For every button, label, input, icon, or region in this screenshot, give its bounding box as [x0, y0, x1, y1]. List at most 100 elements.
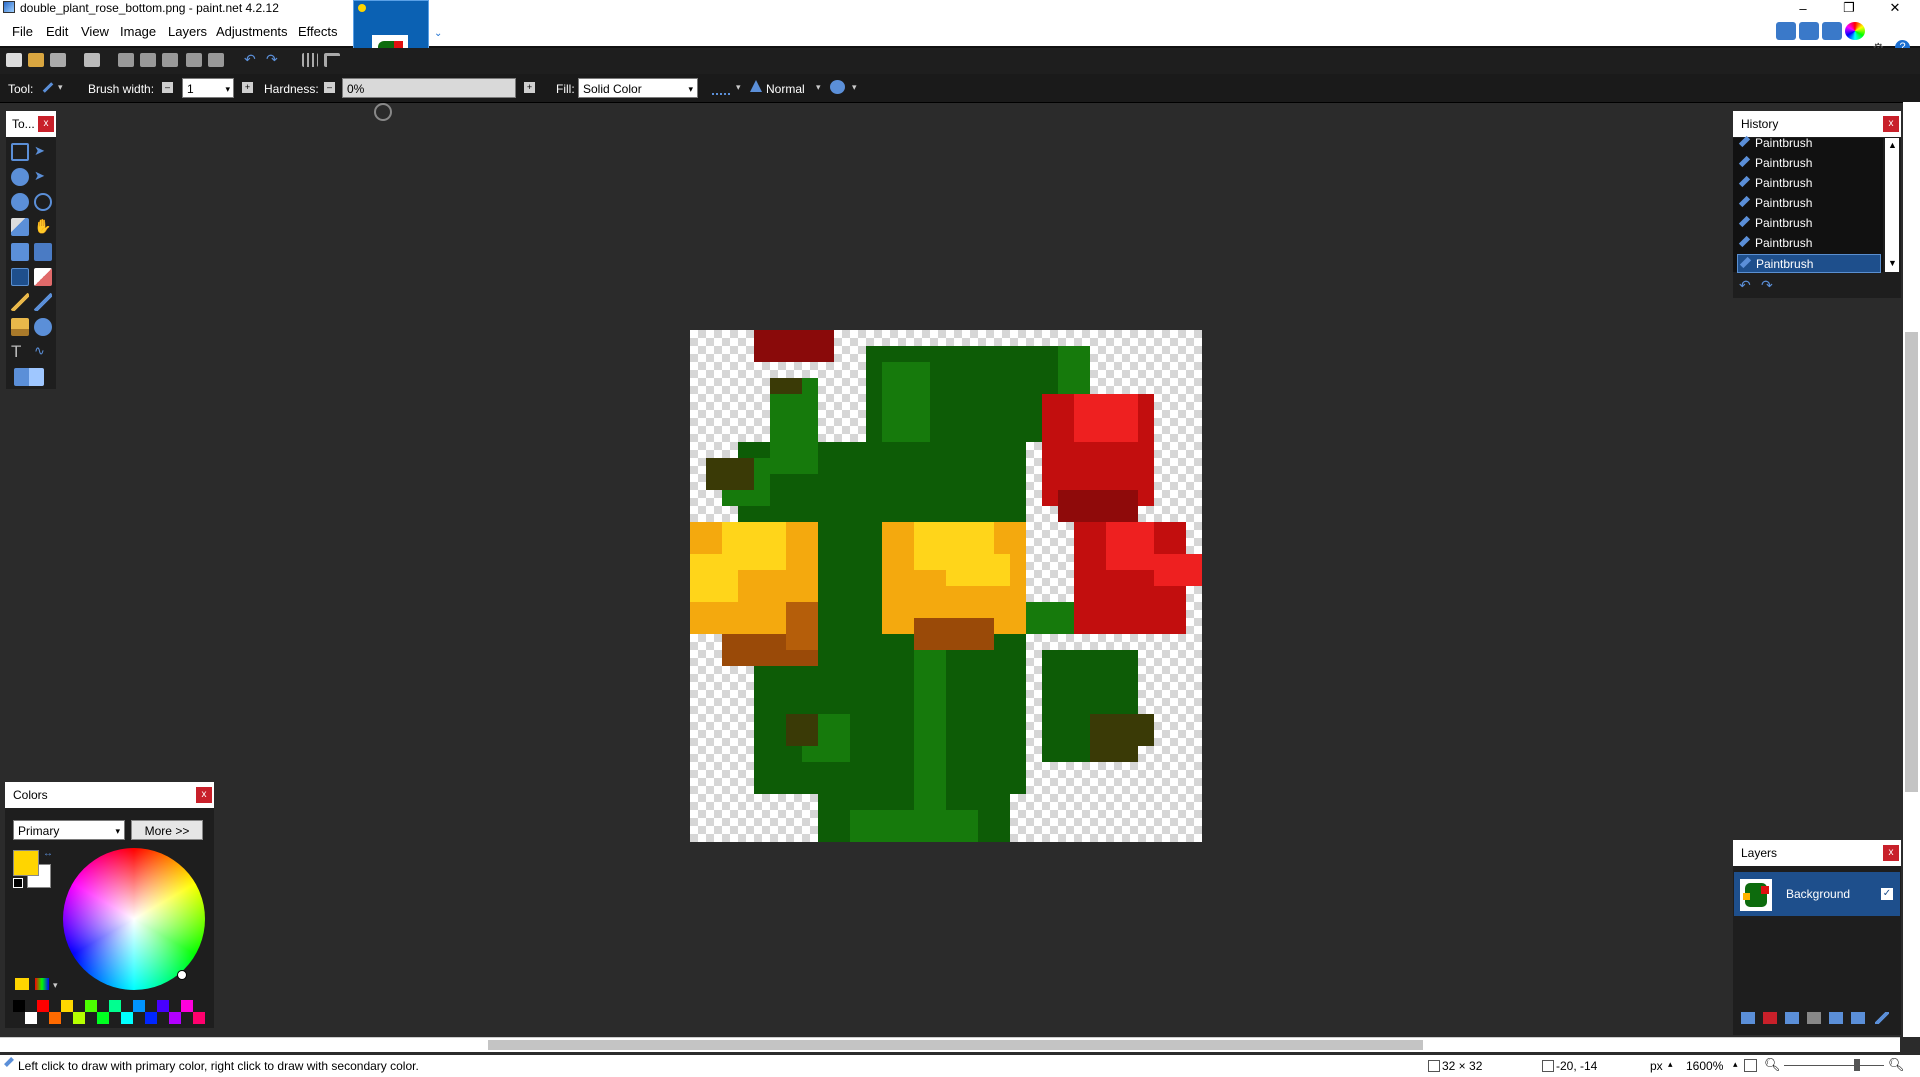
history-undo-icon[interactable]: ↶	[1739, 277, 1751, 294]
duplicate-layer-icon[interactable]	[1785, 1012, 1799, 1024]
zoom-in-icon[interactable]: 🔍︎	[1888, 1057, 1905, 1073]
swap-colors-icon[interactable]: ↔	[43, 848, 53, 859]
palette-swatch[interactable]	[145, 1012, 157, 1024]
more-colors-button[interactable]: More >>	[131, 820, 203, 840]
palette-swatch[interactable]	[181, 1000, 193, 1012]
move-selected-icon[interactable]: ➤	[34, 143, 52, 161]
history-item[interactable]: Paintbrush	[1737, 134, 1881, 153]
close-window-button[interactable]: ✕	[1872, 0, 1918, 16]
history-item[interactable]: Paintbrush	[1737, 214, 1881, 233]
redo-icon[interactable]: ↷	[266, 51, 282, 67]
palette-swatch[interactable]	[133, 1000, 145, 1012]
units-chevron-icon[interactable]: ▴	[1668, 1059, 1673, 1070]
tools-panel-close-button[interactable]: x	[38, 116, 54, 132]
hardness-increase-icon[interactable]: +	[524, 82, 535, 93]
zoom-out-icon[interactable]: 🔍︎	[1764, 1057, 1781, 1073]
pan-icon[interactable]: ✋	[34, 218, 52, 236]
fill-select[interactable]: Solid Color ▾	[578, 78, 698, 98]
line-curve-icon[interactable]: ∿	[34, 343, 52, 361]
menu-adjustments[interactable]: Adjustments	[216, 24, 288, 39]
palette-swatch[interactable]	[121, 1012, 133, 1024]
cut-icon[interactable]	[118, 53, 134, 67]
copy-icon[interactable]	[140, 53, 156, 67]
history-redo-icon[interactable]: ↷	[1761, 277, 1773, 294]
history-panel-close-button[interactable]: x	[1883, 116, 1899, 132]
zoom-icon[interactable]	[34, 193, 52, 211]
undo-icon[interactable]: ↶	[244, 51, 260, 67]
ruler-icon[interactable]	[324, 53, 340, 67]
layers-panel-close-button[interactable]: x	[1883, 845, 1899, 861]
alpha-blending-icon[interactable]	[830, 80, 845, 94]
zoom-slider[interactable]	[1784, 1065, 1884, 1066]
pencil-icon[interactable]	[11, 293, 29, 311]
palette-swatch[interactable]	[97, 1012, 109, 1024]
hardness-decrease-icon[interactable]: –	[324, 82, 335, 93]
menu-effects[interactable]: Effects	[298, 24, 338, 39]
move-layer-up-icon[interactable]	[1829, 1012, 1843, 1024]
delete-layer-icon[interactable]	[1763, 1012, 1777, 1024]
move-layer-down-icon[interactable]	[1851, 1012, 1865, 1024]
paintbrush-icon[interactable]	[40, 80, 54, 94]
menu-layers[interactable]: Layers	[168, 24, 207, 39]
layer-visibility-checkbox[interactable]: ✓	[1881, 888, 1893, 900]
ellipse-select-icon[interactable]	[11, 193, 29, 211]
recolor-icon[interactable]	[34, 318, 52, 336]
zoom-level[interactable]: 1600%	[1686, 1059, 1723, 1073]
grid-icon[interactable]	[302, 53, 318, 67]
history-item[interactable]: Paintbrush	[1737, 234, 1881, 253]
brush-width-field[interactable]: 1 ▾	[182, 78, 234, 98]
tab-dropdown-icon[interactable]: ⌄	[434, 28, 442, 39]
zoom-slider-thumb[interactable]	[1854, 1059, 1860, 1071]
zoom-chevron-icon[interactable]: ▴	[1733, 1059, 1738, 1070]
horizontal-scrollbar[interactable]	[0, 1037, 1900, 1052]
units-select[interactable]: px	[1650, 1059, 1663, 1073]
palette-swatch[interactable]	[73, 1012, 85, 1024]
rectangle-select-icon[interactable]	[11, 143, 29, 161]
history-scrollbar[interactable]: ▲ ▼	[1885, 138, 1899, 272]
color-wheel-handle[interactable]	[177, 970, 187, 980]
antialiasing-icon[interactable]	[712, 81, 730, 95]
vertical-scrollbar[interactable]	[1903, 102, 1920, 1037]
save-icon[interactable]	[50, 53, 66, 67]
menu-edit[interactable]: Edit	[46, 24, 68, 39]
add-palette-color-icon[interactable]	[15, 978, 29, 990]
blend-mode-value[interactable]: Normal	[766, 82, 805, 96]
move-selection-icon[interactable]: ➤	[34, 168, 52, 186]
color-picker-icon[interactable]	[34, 293, 52, 311]
history-item[interactable]: Paintbrush	[1737, 174, 1881, 193]
menu-view[interactable]: View	[81, 24, 109, 39]
tools-toggle-icon[interactable]	[1776, 22, 1796, 40]
palette-menu-icon[interactable]	[35, 978, 49, 990]
palette-swatch[interactable]	[157, 1000, 169, 1012]
color-mode-select[interactable]: Primary ▾	[13, 820, 125, 840]
paint-bucket-icon[interactable]	[11, 243, 29, 261]
chevron-down-icon[interactable]: ▾	[58, 82, 63, 93]
eraser-icon[interactable]	[34, 268, 52, 286]
palette-swatch[interactable]	[193, 1012, 205, 1024]
open-file-icon[interactable]	[28, 53, 44, 67]
color-wheel[interactable]	[63, 848, 205, 990]
palette-swatch[interactable]	[49, 1012, 61, 1024]
brush-width-decrease-icon[interactable]: –	[162, 82, 173, 93]
paintbrush-tool-icon[interactable]	[11, 268, 29, 286]
history-toggle-icon[interactable]	[1799, 22, 1819, 40]
vertical-scroll-thumb[interactable]	[1905, 332, 1918, 792]
palette-chevron-icon[interactable]: ▾	[53, 980, 58, 991]
add-layer-icon[interactable]	[1741, 1012, 1755, 1024]
layer-properties-icon[interactable]	[1875, 1012, 1889, 1024]
crop-icon[interactable]	[186, 53, 202, 67]
minimize-button[interactable]: –	[1780, 0, 1826, 16]
colors-panel-close-button[interactable]: x	[196, 787, 212, 803]
merge-layer-icon[interactable]	[1807, 1012, 1821, 1024]
deselect-icon[interactable]	[208, 53, 224, 67]
shapes-icon[interactable]	[14, 368, 44, 386]
clone-stamp-icon[interactable]	[11, 318, 29, 336]
colors-toggle-icon[interactable]	[1845, 22, 1865, 40]
magic-wand-icon[interactable]	[11, 218, 29, 236]
antialiasing-chevron-icon[interactable]: ▾	[736, 82, 741, 93]
history-item-selected[interactable]: Paintbrush	[1737, 254, 1881, 273]
history-item[interactable]: Paintbrush	[1737, 154, 1881, 173]
palette-swatch[interactable]	[13, 1000, 25, 1012]
palette-swatch[interactable]	[37, 1000, 49, 1012]
primary-color-swatch[interactable]	[13, 850, 39, 876]
